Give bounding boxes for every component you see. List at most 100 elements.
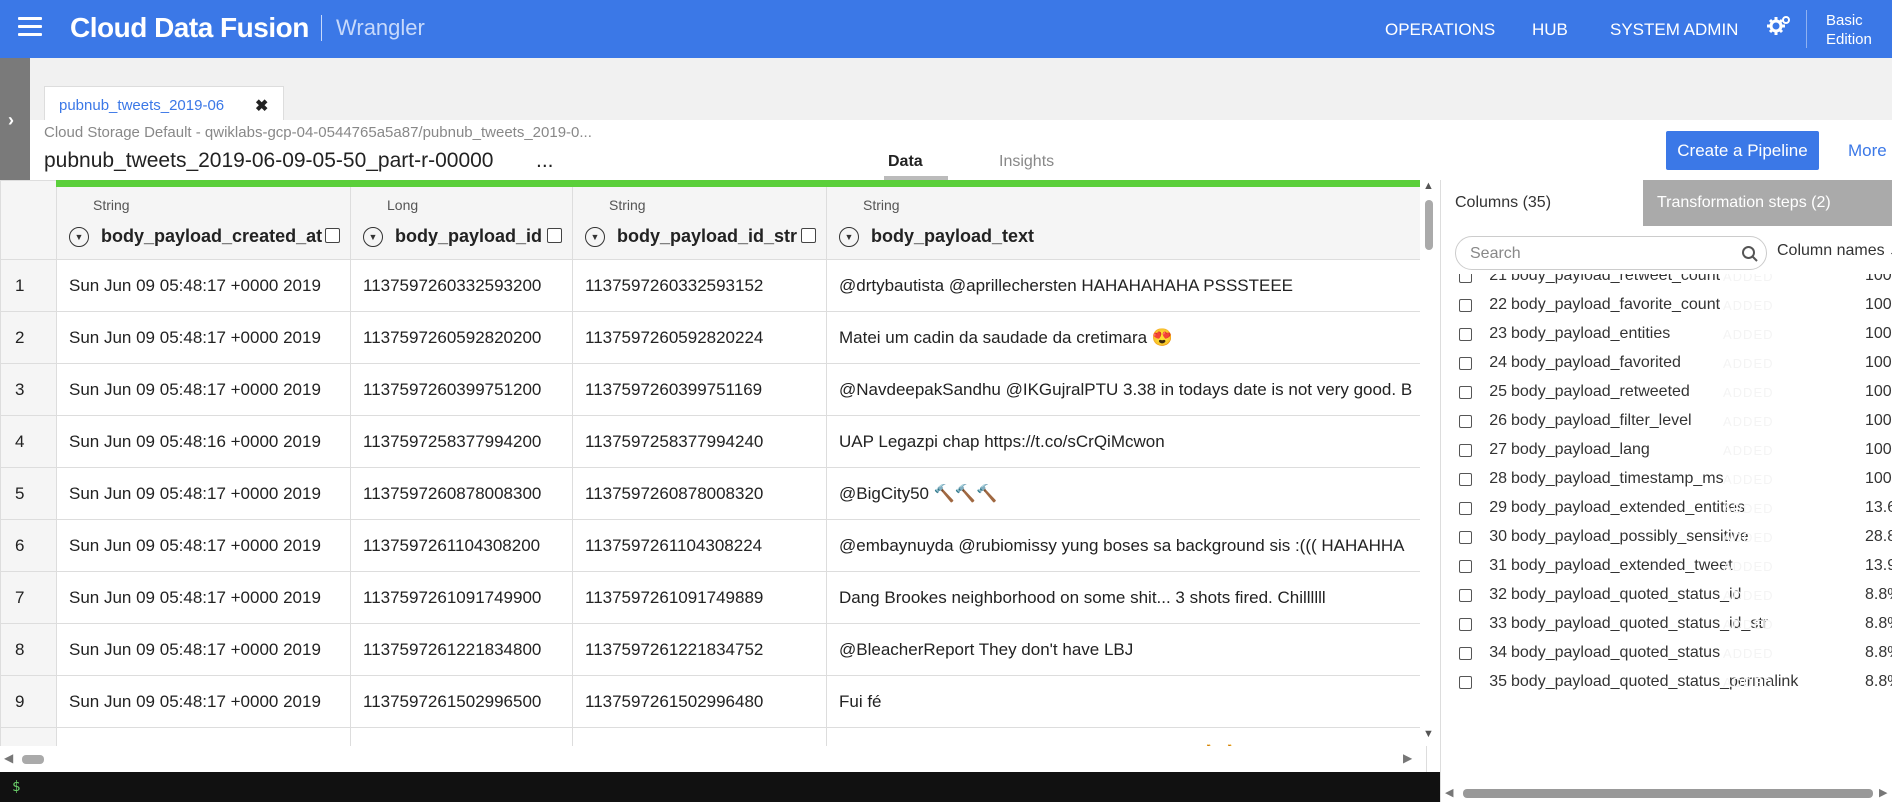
table-row[interactable]: 4 Sun Jun 09 05:48:16 +0000 2019 113759725… (0, 415, 1427, 468)
table-row[interactable]: 8 Sun Jun 09 05:48:17 +0000 2019 113759726… (0, 623, 1427, 676)
scroll-left-icon[interactable]: ◀ (1445, 786, 1453, 799)
cell-id[interactable]: 1137597261104308200 (350, 519, 573, 572)
column-select-checkbox[interactable] (1459, 589, 1472, 602)
column-select-checkbox[interactable] (1459, 531, 1472, 544)
scroll-down-icon[interactable]: ▼ (1423, 728, 1434, 740)
caret-down-icon[interactable]: ▼ (585, 227, 605, 247)
row-number[interactable]: 4 (0, 415, 57, 468)
cell-id-str[interactable]: 1137597260878008320 (572, 467, 827, 520)
column-header[interactable]: String ▼ body_payload_text (826, 180, 1427, 260)
nav-hub[interactable]: HUB (1532, 20, 1568, 40)
column-select-checkbox[interactable] (1459, 415, 1472, 428)
caret-down-icon[interactable]: ▼ (363, 227, 383, 247)
panel-horizontal-scrollbar[interactable]: ◀ ▶ (1441, 784, 1892, 802)
dataset-title-more[interactable]: ... (536, 149, 554, 173)
row-number[interactable]: 3 (0, 363, 57, 416)
cell-id-str[interactable]: 1137597260592820224 (572, 311, 827, 364)
cell-text[interactable]: UAP Legazpi chap https://t.co/sCrQiMcwon (826, 415, 1427, 468)
cell-id[interactable]: 1137597260332593200 (350, 259, 573, 312)
cell-created-at[interactable]: Sun Jun 09 05:48:17 +0000 2019 (56, 519, 351, 572)
column-checkbox[interactable] (325, 228, 340, 243)
sidebar-toggle[interactable]: › (0, 58, 30, 182)
table-row[interactable]: 6 Sun Jun 09 05:48:17 +0000 2019 113759726… (0, 519, 1427, 572)
cell-id-str[interactable]: 1137597261221834752 (572, 623, 827, 676)
more-button[interactable]: More (1848, 141, 1887, 161)
column-select-checkbox[interactable] (1459, 676, 1472, 689)
column-select-checkbox[interactable] (1459, 328, 1472, 341)
scrollbar-thumb[interactable] (22, 755, 44, 764)
table-row[interactable]: 1 Sun Jun 09 05:48:17 +0000 2019 113759726… (0, 259, 1427, 312)
column-select-checkbox[interactable] (1459, 274, 1472, 283)
tab-transformation-steps[interactable]: Transformation steps (2) (1643, 180, 1892, 226)
cell-text[interactable]: Matei um cadin da saudade da cretimara 😍 (826, 311, 1427, 364)
tab-data[interactable]: Data (888, 153, 923, 171)
cell-text[interactable]: Dang Brookes neighborhood on some shit..… (826, 571, 1427, 624)
cell-id[interactable]: 1137597258377994200 (350, 415, 573, 468)
cell-id[interactable]: 1137597261502996500 (350, 675, 573, 728)
cell-id[interactable]: 1137597261091749900 (350, 571, 573, 624)
column-select-checkbox[interactable] (1459, 473, 1472, 486)
row-number[interactable]: 6 (0, 519, 57, 572)
nav-operations[interactable]: OPERATIONS (1385, 20, 1495, 40)
column-search-input[interactable]: Search (1455, 236, 1767, 270)
cell-id[interactable]: 1137597260592820200 (350, 311, 573, 364)
cell-created-at[interactable]: Sun Jun 09 05:48:17 +0000 2019 (56, 623, 351, 676)
nav-system-admin[interactable]: SYSTEM ADMIN (1610, 20, 1738, 40)
cell-id-str[interactable]: 1137597261104308224 (572, 519, 827, 572)
cell-created-at[interactable]: Sun Jun 09 05:48:16 +0000 2019 (56, 415, 351, 468)
row-number[interactable]: 1 (0, 259, 57, 312)
cell-created-at[interactable]: Sun Jun 09 05:48:17 +0000 2019 (56, 467, 351, 520)
cell-created-at[interactable]: Sun Jun 09 05:48:17 +0000 2019 (56, 311, 351, 364)
tab-columns[interactable]: Columns (35) (1441, 180, 1643, 226)
caret-down-icon[interactable]: ▼ (839, 227, 859, 247)
dataset-tab[interactable]: pubnub_tweets_2019-06 ✖ (44, 86, 284, 120)
scroll-right-icon[interactable]: ▶ (1879, 786, 1887, 799)
cell-text[interactable]: @BleacherReport They don't have LBJ (826, 623, 1427, 676)
column-select-checkbox[interactable] (1459, 299, 1472, 312)
scroll-right-icon[interactable]: ▶ (1403, 751, 1412, 765)
cell-created-at[interactable]: Sun Jun 09 05:48:17 +0000 2019 (56, 363, 351, 416)
grid-horizontal-scrollbar[interactable]: ◀ ▶ (0, 746, 1420, 772)
cell-created-at[interactable]: Sun Jun 09 05:48:17 +0000 2019 (56, 675, 351, 728)
table-row[interactable]: 2 Sun Jun 09 05:48:17 +0000 2019 113759726… (0, 311, 1427, 364)
column-select-checkbox[interactable] (1459, 647, 1472, 660)
row-number[interactable]: 9 (0, 675, 57, 728)
scroll-left-icon[interactable]: ◀ (4, 751, 13, 765)
grid-vertical-scrollbar[interactable]: ▲ ▼ (1420, 180, 1438, 746)
cell-text[interactable]: @embaynuyda @rubiomissy yung boses sa ba… (826, 519, 1427, 572)
gear-icon[interactable] (1766, 14, 1792, 40)
table-row[interactable]: 9 Sun Jun 09 05:48:17 +0000 2019 113759726… (0, 675, 1427, 728)
column-checkbox[interactable] (547, 228, 562, 243)
column-names-sort[interactable]: Column names ↓ (1777, 242, 1892, 260)
cell-created-at[interactable]: Sun Jun 09 05:48:17 +0000 2019 (56, 259, 351, 312)
table-row[interactable]: 7 Sun Jun 09 05:48:17 +0000 2019 113759726… (0, 571, 1427, 624)
directive-console[interactable]: $ (0, 772, 1440, 802)
column-select-checkbox[interactable] (1459, 357, 1472, 370)
cell-id-str[interactable]: 1137597260399751169 (572, 363, 827, 416)
cell-created-at[interactable]: Sun Jun 09 05:48:17 +0000 2019 (56, 571, 351, 624)
cell-id-str[interactable]: 1137597260332593152 (572, 259, 827, 312)
column-select-checkbox[interactable] (1459, 444, 1472, 457)
column-select-checkbox[interactable] (1459, 560, 1472, 573)
row-number[interactable]: 8 (0, 623, 57, 676)
column-header[interactable]: Long ▼ body_payload_id (350, 180, 573, 260)
cell-id[interactable]: 1137597261221834800 (350, 623, 573, 676)
dataset-tab-label[interactable]: pubnub_tweets_2019-06 (59, 97, 231, 114)
cell-id[interactable]: 1137597260399751200 (350, 363, 573, 416)
menu-icon[interactable] (18, 17, 42, 37)
row-number[interactable]: 2 (0, 311, 57, 364)
caret-down-icon[interactable]: ▼ (69, 227, 89, 247)
column-header[interactable]: String ▼ body_payload_created_at (56, 180, 351, 260)
cell-text[interactable]: Fui fé (826, 675, 1427, 728)
cell-id-str[interactable]: 1137597258377994240 (572, 415, 827, 468)
column-select-checkbox[interactable] (1459, 386, 1472, 399)
column-select-checkbox[interactable] (1459, 502, 1472, 515)
create-pipeline-button[interactable]: Create a Pipeline (1666, 131, 1819, 170)
tab-insights[interactable]: Insights (999, 153, 1054, 171)
cell-id[interactable]: 1137597260878008300 (350, 467, 573, 520)
scrollbar-thumb[interactable] (1425, 200, 1433, 250)
table-row[interactable]: 5 Sun Jun 09 05:48:17 +0000 2019 113759726… (0, 467, 1427, 520)
close-icon[interactable]: ✖ (255, 96, 268, 116)
column-header[interactable]: String ▼ body_payload_id_str (572, 180, 827, 260)
list-item[interactable]: 35 body_payload_quoted_status_permalink AD… (1441, 665, 1892, 700)
